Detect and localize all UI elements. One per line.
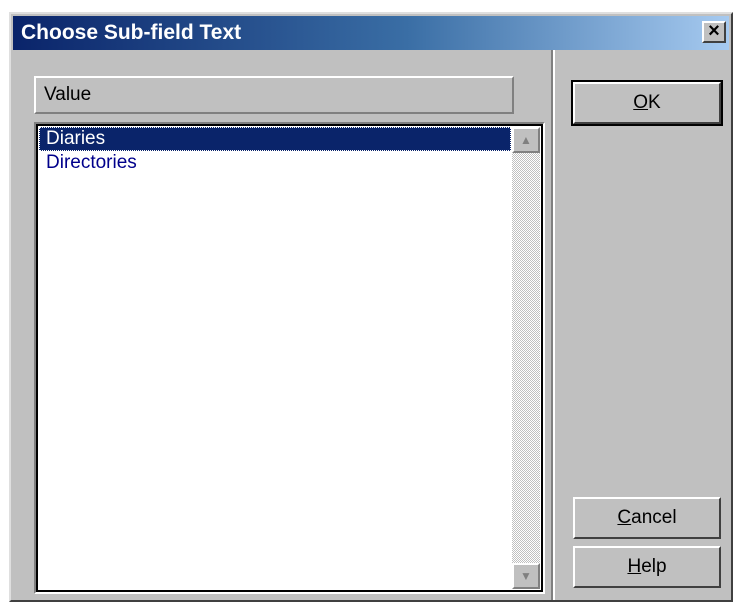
- value-column-header[interactable]: Value: [34, 76, 514, 114]
- arrow-down-icon: ▼: [520, 569, 532, 583]
- cancel-button[interactable]: Cancel: [573, 497, 721, 539]
- help-button[interactable]: Help: [573, 546, 721, 588]
- cancel-label-rest: ancel: [631, 507, 677, 528]
- value-list-items: Diaries Directories: [39, 127, 511, 589]
- scroll-down-button[interactable]: ▼: [512, 563, 540, 589]
- list-item[interactable]: Diaries: [39, 127, 511, 151]
- dialog-title: Choose Sub-field Text: [21, 21, 242, 44]
- dialog-titlebar[interactable]: Choose Sub-field Text ×: [13, 16, 729, 50]
- scroll-up-button[interactable]: ▲: [512, 127, 540, 153]
- close-button[interactable]: ×: [702, 21, 726, 43]
- help-label-rest: elp: [641, 556, 667, 577]
- ok-label-rest: K: [648, 92, 661, 113]
- vertical-scrollbar[interactable]: ▲ ▼: [512, 127, 540, 589]
- help-accelerator: H: [627, 556, 642, 577]
- choose-subfield-dialog: Choose Sub-field Text × Value Diaries Di…: [9, 12, 733, 602]
- arrow-up-icon: ▲: [520, 133, 532, 147]
- ok-accelerator: O: [633, 92, 649, 113]
- close-icon: ×: [708, 20, 720, 42]
- value-panel: Value Diaries Directories ▲ ▼: [13, 50, 555, 600]
- cancel-accelerator: C: [617, 507, 632, 528]
- value-listbox[interactable]: Diaries Directories ▲ ▼: [34, 122, 545, 594]
- value-column-label: Value: [44, 84, 92, 105]
- list-item[interactable]: Directories: [39, 151, 511, 175]
- ok-button[interactable]: OK: [571, 80, 723, 126]
